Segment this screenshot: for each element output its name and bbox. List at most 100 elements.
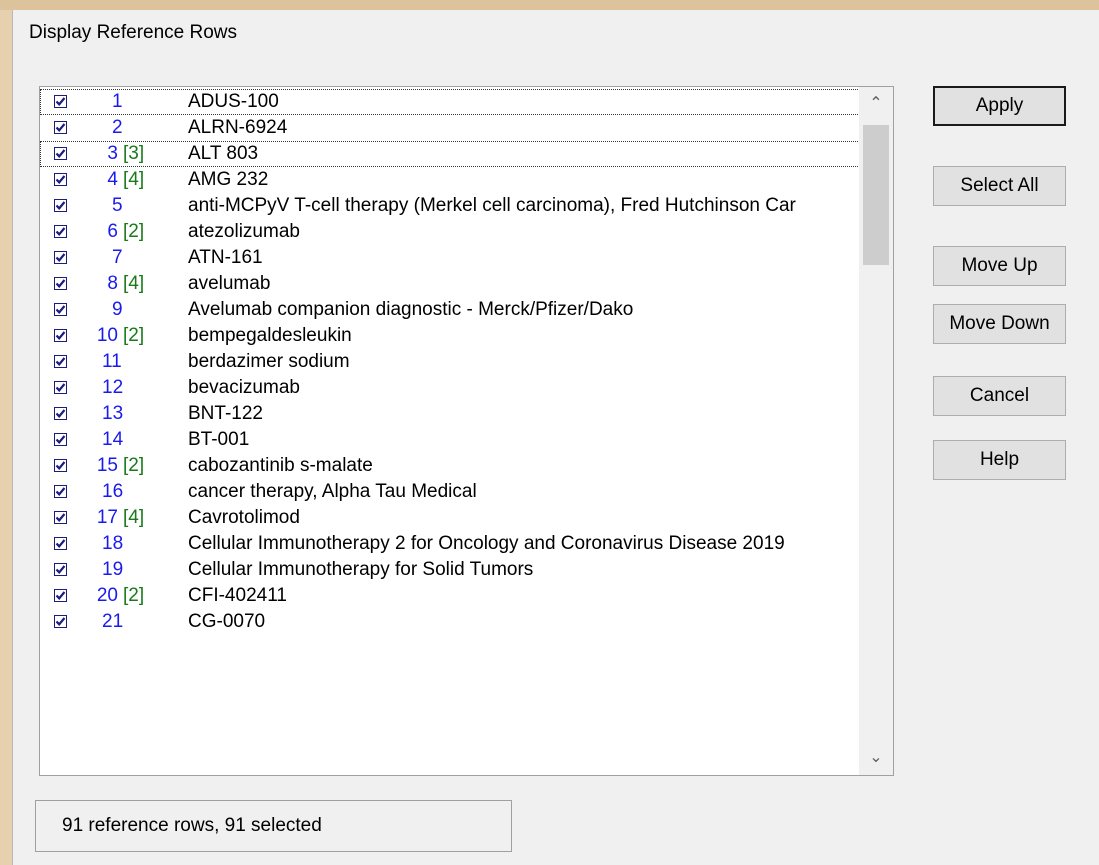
background-strip — [0, 0, 1099, 10]
row-number: 4 — [107, 169, 118, 190]
row-number: 18 — [102, 533, 124, 554]
row-number: 21 — [102, 611, 124, 632]
list-item[interactable]: 17 [4] Cavrotolimod — [40, 505, 860, 531]
checkbox-checked-icon[interactable] — [54, 225, 67, 238]
checkbox-checked-icon[interactable] — [54, 173, 67, 186]
list-item[interactable]: 2 ALRN-6924 — [40, 115, 860, 141]
reference-rows-container: 1 ADUS-100 2 ALRN-6924 3 [3] ALT 803 4 [4] AMG 23… — [40, 89, 860, 635]
row-name: ALT 803 — [188, 143, 259, 164]
list-item[interactable]: 18 Cellular Immunotherapy 2 for Oncology … — [40, 531, 860, 557]
row-number: 20 — [96, 585, 118, 606]
select-all-button[interactable]: Select All — [933, 166, 1066, 206]
row-name: Cellular Immunotherapy 2 for Oncology an… — [188, 533, 785, 554]
list-item[interactable]: 14 BT-001 — [40, 427, 860, 453]
list-item[interactable]: 10 [2] bempegaldesleukin — [40, 323, 860, 349]
row-number: 5 — [112, 195, 123, 216]
row-name: berdazimer sodium — [188, 351, 350, 372]
checkbox-checked-icon[interactable] — [54, 277, 67, 290]
row-group-count: [2] — [123, 325, 145, 346]
row-group-count: [2] — [123, 221, 145, 242]
row-name: CFI-402411 — [188, 585, 287, 606]
checkbox-checked-icon[interactable] — [54, 95, 67, 108]
list-item[interactable]: 5 anti-MCPyV T-cell therapy (Merkel cell … — [40, 193, 860, 219]
row-name: Cellular Immunotherapy for Solid Tumors — [188, 559, 534, 580]
row-number: 12 — [102, 377, 124, 398]
list-item[interactable]: 13 BNT-122 — [40, 401, 860, 427]
checkbox-checked-icon[interactable] — [54, 563, 67, 576]
row-name: bempegaldesleukin — [188, 325, 352, 346]
display-reference-rows-dialog: Display Reference Rows 1 ADUS-100 2 ALRN-69… — [12, 10, 1099, 865]
checkbox-checked-icon[interactable] — [54, 433, 67, 446]
checkbox-checked-icon[interactable] — [54, 251, 67, 264]
row-number: 11 — [102, 351, 122, 372]
row-number: 19 — [102, 559, 124, 580]
status-text: 91 reference rows, 91 selected — [62, 815, 322, 836]
row-name: Avelumab companion diagnostic - Merck/Pf… — [188, 299, 634, 320]
checkbox-checked-icon[interactable] — [54, 355, 67, 368]
checkbox-checked-icon[interactable] — [54, 121, 67, 134]
row-name: AMG 232 — [188, 169, 269, 190]
list-item[interactable]: 8 [4] avelumab — [40, 271, 860, 297]
row-group-count: [3] — [123, 143, 145, 164]
row-group-count: [4] — [123, 507, 145, 528]
row-number: 14 — [102, 429, 124, 450]
row-number: 10 — [96, 325, 118, 346]
list-item[interactable]: 21 CG-0070 — [40, 609, 860, 635]
row-name: CG-0070 — [188, 611, 266, 632]
checkbox-checked-icon[interactable] — [54, 407, 67, 420]
row-group-count: [4] — [123, 273, 145, 294]
row-number: 3 — [107, 143, 118, 164]
row-name: anti-MCPyV T-cell therapy (Merkel cell c… — [188, 195, 796, 216]
list-item[interactable]: 20 [2] CFI-402411 — [40, 583, 860, 609]
move-up-button[interactable]: Move Up — [933, 246, 1066, 286]
row-name: cabozantinib s-malate — [188, 455, 373, 476]
scroll-down-arrow-icon[interactable]: ⌄ — [859, 741, 893, 775]
row-group-count: [4] — [123, 169, 145, 190]
row-number: 16 — [102, 481, 124, 502]
list-item[interactable]: 11 berdazimer sodium — [40, 349, 860, 375]
list-item[interactable]: 1 ADUS-100 — [40, 89, 860, 115]
row-name: avelumab — [188, 273, 271, 294]
list-item[interactable]: 3 [3] ALT 803 — [40, 141, 860, 167]
checkbox-checked-icon[interactable] — [54, 537, 67, 550]
scroll-up-arrow-icon[interactable]: ⌃ — [859, 87, 893, 121]
checkbox-checked-icon[interactable] — [54, 511, 67, 524]
row-name: atezolizumab — [188, 221, 300, 242]
list-item[interactable]: 7 ATN-161 — [40, 245, 860, 271]
list-item[interactable]: 12 bevacizumab — [40, 375, 860, 401]
checkbox-checked-icon[interactable] — [54, 199, 67, 212]
checkbox-checked-icon[interactable] — [54, 147, 67, 160]
vertical-scrollbar[interactable]: ⌃ ⌄ — [859, 87, 893, 775]
row-number: 13 — [102, 403, 124, 424]
scrollbar-thumb[interactable] — [863, 125, 889, 265]
apply-button[interactable]: Apply — [933, 86, 1066, 126]
reference-rows-list[interactable]: 1 ADUS-100 2 ALRN-6924 3 [3] ALT 803 4 [4] AMG 23… — [39, 86, 894, 776]
checkbox-checked-icon[interactable] — [54, 485, 67, 498]
row-number: 15 — [96, 455, 118, 476]
cancel-button[interactable]: Cancel — [933, 376, 1066, 416]
checkbox-checked-icon[interactable] — [54, 615, 67, 628]
dialog-title: Display Reference Rows — [29, 22, 238, 43]
list-item[interactable]: 19 Cellular Immunotherapy for Solid Tumor… — [40, 557, 860, 583]
list-item[interactable]: 9 Avelumab companion diagnostic - Merck/P… — [40, 297, 860, 323]
row-number: 6 — [107, 221, 118, 242]
checkbox-checked-icon[interactable] — [54, 329, 67, 342]
row-group-count: [2] — [123, 455, 145, 476]
list-item[interactable]: 15 [2] cabozantinib s-malate — [40, 453, 860, 479]
row-name: ADUS-100 — [188, 91, 279, 112]
list-item[interactable]: 6 [2] atezolizumab — [40, 219, 860, 245]
row-name: ALRN-6924 — [188, 117, 288, 138]
move-down-button[interactable]: Move Down — [933, 304, 1066, 344]
row-number: 17 — [96, 507, 118, 528]
help-button[interactable]: Help — [933, 440, 1066, 480]
list-item[interactable]: 4 [4] AMG 232 — [40, 167, 860, 193]
checkbox-checked-icon[interactable] — [54, 459, 67, 472]
checkbox-checked-icon[interactable] — [54, 303, 67, 316]
row-number: 2 — [112, 117, 123, 138]
row-number: 1 — [112, 91, 123, 112]
checkbox-checked-icon[interactable] — [54, 589, 67, 602]
list-item[interactable]: 16 cancer therapy, Alpha Tau Medical — [40, 479, 860, 505]
row-group-count: [2] — [123, 585, 145, 606]
row-number: 9 — [112, 299, 123, 320]
checkbox-checked-icon[interactable] — [54, 381, 67, 394]
